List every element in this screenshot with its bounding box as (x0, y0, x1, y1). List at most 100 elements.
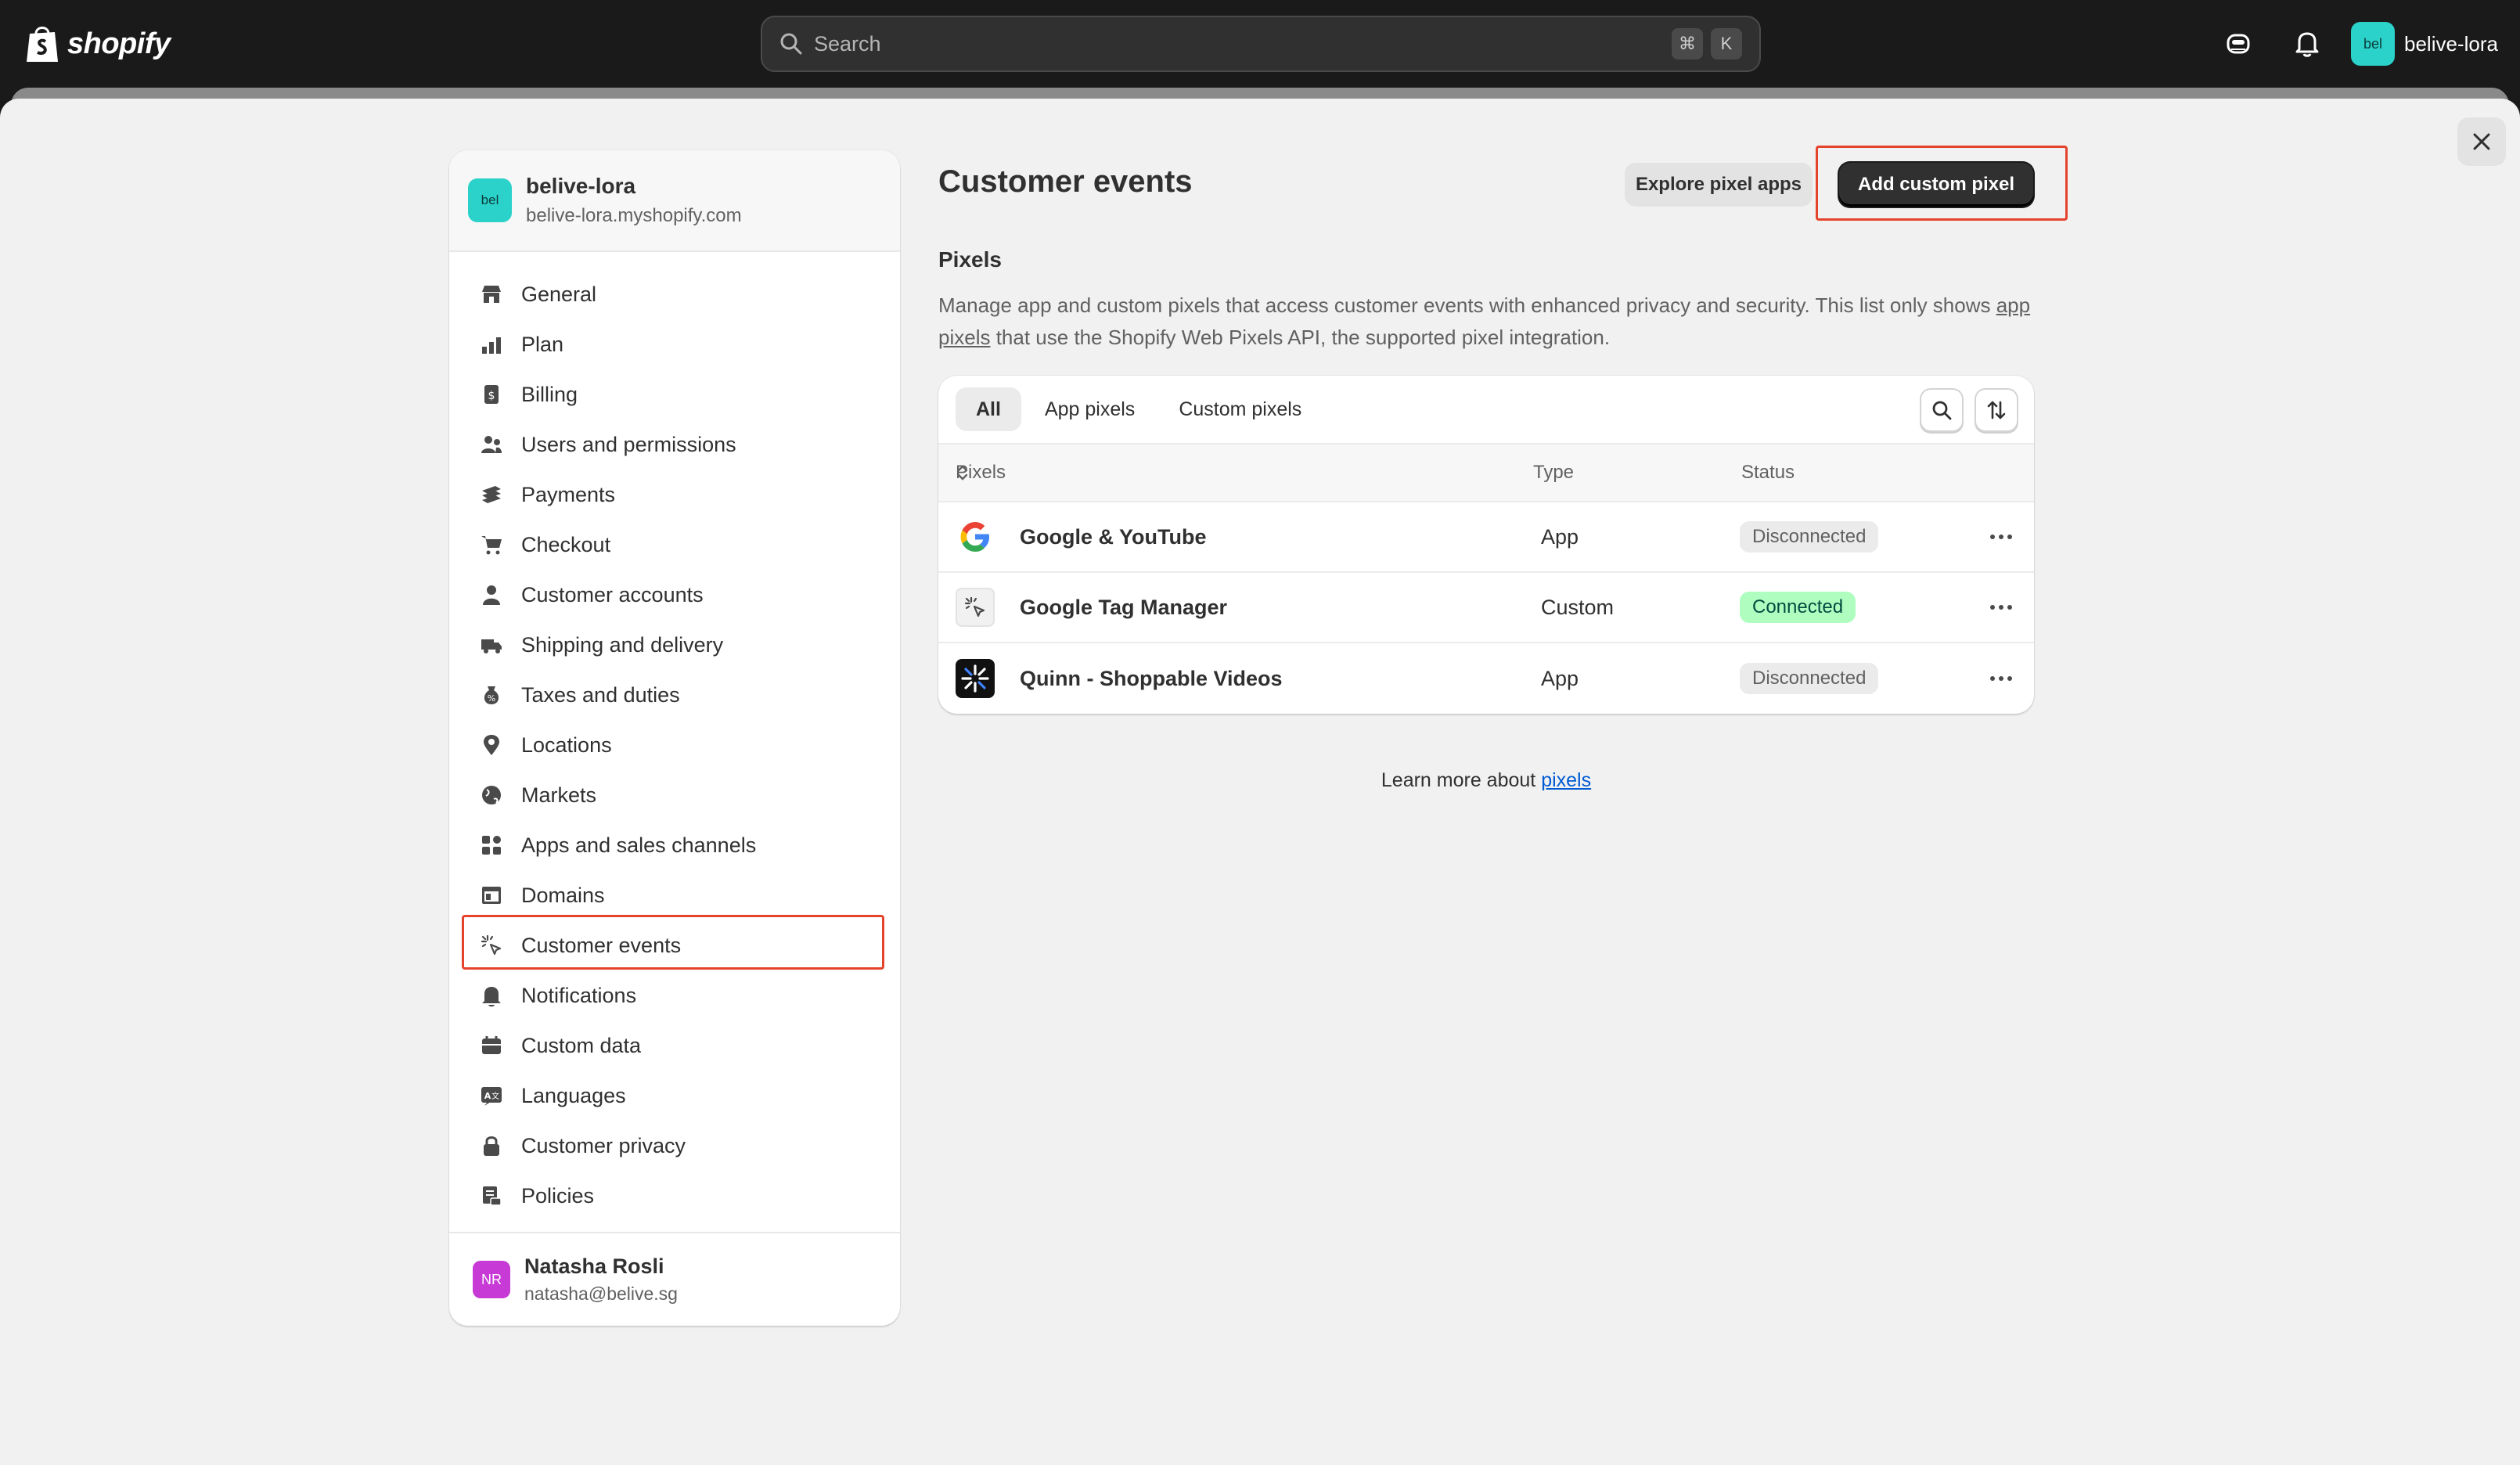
apps-icon (479, 833, 504, 858)
sidekick-icon[interactable] (2219, 25, 2257, 63)
sidebar-item-custom-data[interactable]: Custom data (449, 1020, 900, 1071)
desc-text-1: Manage app and custom pixels that access… (938, 293, 1996, 317)
pixels-learn-link[interactable]: pixels (1541, 769, 1591, 791)
status-badge: Disconnected (1740, 521, 1879, 553)
sidebar-item-checkout[interactable]: Checkout (449, 520, 900, 570)
sidebar-item-label: Customer privacy (521, 1133, 686, 1157)
store-name: belive-lora (2404, 31, 2498, 56)
add-custom-pixel-highlight (1816, 146, 2068, 221)
policies-icon (479, 1183, 504, 1208)
location-icon (479, 732, 504, 758)
store-header[interactable]: bel belive-lora belive-lora.myshopify.co… (449, 150, 900, 252)
sidebar-item-label: Billing (521, 382, 578, 406)
sidebar-item-label: Plan (521, 332, 564, 356)
column-pixels-label: Pixels (956, 462, 1006, 483)
billing-icon: $ (479, 382, 504, 407)
domains-icon (479, 883, 504, 908)
sidebar-item-locations[interactable]: Locations (449, 720, 900, 770)
table-row[interactable]: Quinn - Shoppable Videos App Disconnected (938, 643, 2034, 714)
tax-icon: % (479, 682, 504, 707)
notifications-bell-icon[interactable] (2288, 25, 2326, 63)
sidebar-item-label: Checkout (521, 532, 611, 556)
sidebar-item-taxes-and-duties[interactable]: % Taxes and duties (449, 670, 900, 720)
sidebar-item-label: Taxes and duties (521, 682, 680, 707)
sort-button[interactable] (1975, 388, 2018, 432)
shopify-bag-icon (27, 27, 58, 62)
shopify-logo[interactable]: shopify (25, 22, 171, 66)
search-icon (780, 33, 802, 55)
pixel-name[interactable]: Google Tag Manager (1020, 596, 1227, 620)
svg-text:%: % (488, 693, 495, 704)
sidebar-item-label: Languages (521, 1083, 626, 1107)
table-search-button[interactable] (1920, 388, 1964, 432)
payments-icon (479, 482, 504, 507)
explore-pixel-apps-button[interactable]: Explore pixel apps (1625, 163, 1813, 207)
pixel-name[interactable]: Google & YouTube (1020, 525, 1207, 549)
sidebar-item-label: Markets (521, 783, 597, 807)
column-pixels[interactable]: Pixels (956, 462, 1006, 483)
user-email: natasha@belive.sg (524, 1283, 678, 1304)
learn-more-prefix: Learn more about (1381, 769, 1542, 791)
sidebar-item-label: Apps and sales channels (521, 833, 757, 857)
sidebar-item-billing[interactable]: $ Billing (449, 369, 900, 419)
column-type: Type (1533, 462, 1575, 483)
svg-text:A: A (484, 1091, 491, 1101)
sidebar-item-languages[interactable]: A 文 Languages (449, 1071, 900, 1121)
user-name: Natasha Rosli (524, 1254, 664, 1278)
pixel-name[interactable]: Quinn - Shoppable Videos (1020, 667, 1283, 691)
sidebar-item-notifications[interactable]: Notifications (449, 970, 900, 1020)
sidebar-item-customer-privacy[interactable]: Customer privacy (449, 1121, 900, 1171)
settings-nav: bel belive-lora belive-lora.myshopify.co… (449, 150, 900, 1326)
pixel-type: App (1541, 666, 1579, 690)
tab-app-pixels[interactable]: App pixels (1024, 387, 1155, 431)
sidebar-item-shipping-and-delivery[interactable]: Shipping and delivery (449, 620, 900, 670)
column-status: Status (1741, 462, 1795, 483)
shortcut-command-key: ⌘ (1672, 28, 1703, 59)
store-switcher[interactable]: bel belive-lora (2351, 22, 2498, 66)
sidebar-item-markets[interactable]: Markets (449, 770, 900, 820)
close-button[interactable] (2457, 117, 2506, 166)
truck-icon (479, 632, 504, 657)
table-body: Google & YouTube App Disconnected Google Ta… (938, 502, 2034, 714)
sidebar-item-label: Locations (521, 732, 612, 757)
table-row[interactable]: Google & YouTube App Disconnected (938, 502, 2034, 573)
brand-wordmark: shopify (67, 27, 171, 60)
sidebar-item-users-and-permissions[interactable]: Users and permissions (449, 419, 900, 470)
user-avatar: NR (473, 1261, 510, 1298)
more-actions-icon[interactable] (1985, 521, 2017, 553)
sidebar-item-general[interactable]: General (449, 269, 900, 319)
store-domain: belive-lora.myshopify.com (526, 205, 742, 226)
tab-all[interactable]: All (956, 387, 1021, 431)
sidebar-item-customer-accounts[interactable]: Customer accounts (449, 570, 900, 620)
tab-custom-pixels[interactable]: Custom pixels (1158, 387, 1322, 431)
top-bar: shopify Search ⌘ K bel belive-lora (0, 0, 2520, 88)
sidebar-item-label: Payments (521, 482, 616, 506)
language-icon: A文 (479, 1083, 504, 1108)
store-avatar-small: bel (468, 178, 512, 222)
users-icon (479, 432, 504, 457)
sidebar-item-payments[interactable]: Payments (449, 470, 900, 520)
search-bar[interactable]: Search ⌘ K (761, 16, 1761, 72)
sidebar-item-plan[interactable]: Plan (449, 319, 900, 369)
store-title: belive-lora (526, 174, 636, 198)
customer-events-highlight (462, 915, 884, 970)
page-title: Customer events (938, 164, 1193, 199)
sidebar-item-label: Customer accounts (521, 582, 704, 607)
cart-icon (479, 532, 504, 557)
quinn-logo-icon (956, 659, 995, 698)
user-footer[interactable]: NR Natasha Rosli natasha@belive.sg (449, 1232, 900, 1326)
google-icon (956, 517, 995, 556)
sidebar-item-policies[interactable]: Policies (449, 1171, 900, 1221)
sort-arrows-icon (1987, 401, 2006, 419)
cursor-sparkle-icon (956, 588, 995, 627)
store-icon (479, 282, 504, 307)
more-actions-icon[interactable] (1985, 663, 2017, 694)
table-row[interactable]: Google Tag Manager Custom Connected (938, 573, 2034, 643)
store-avatar: bel (2351, 22, 2395, 66)
pixels-description: Manage app and custom pixels that access… (938, 290, 2034, 354)
more-actions-icon[interactable] (1985, 592, 2017, 623)
sidebar-item-domains[interactable]: Domains (449, 870, 900, 920)
sidebar-item-label: Policies (521, 1183, 595, 1208)
search-placeholder: Search (814, 31, 881, 56)
sidebar-item-apps-and-sales-channels[interactable]: Apps and sales channels (449, 820, 900, 870)
